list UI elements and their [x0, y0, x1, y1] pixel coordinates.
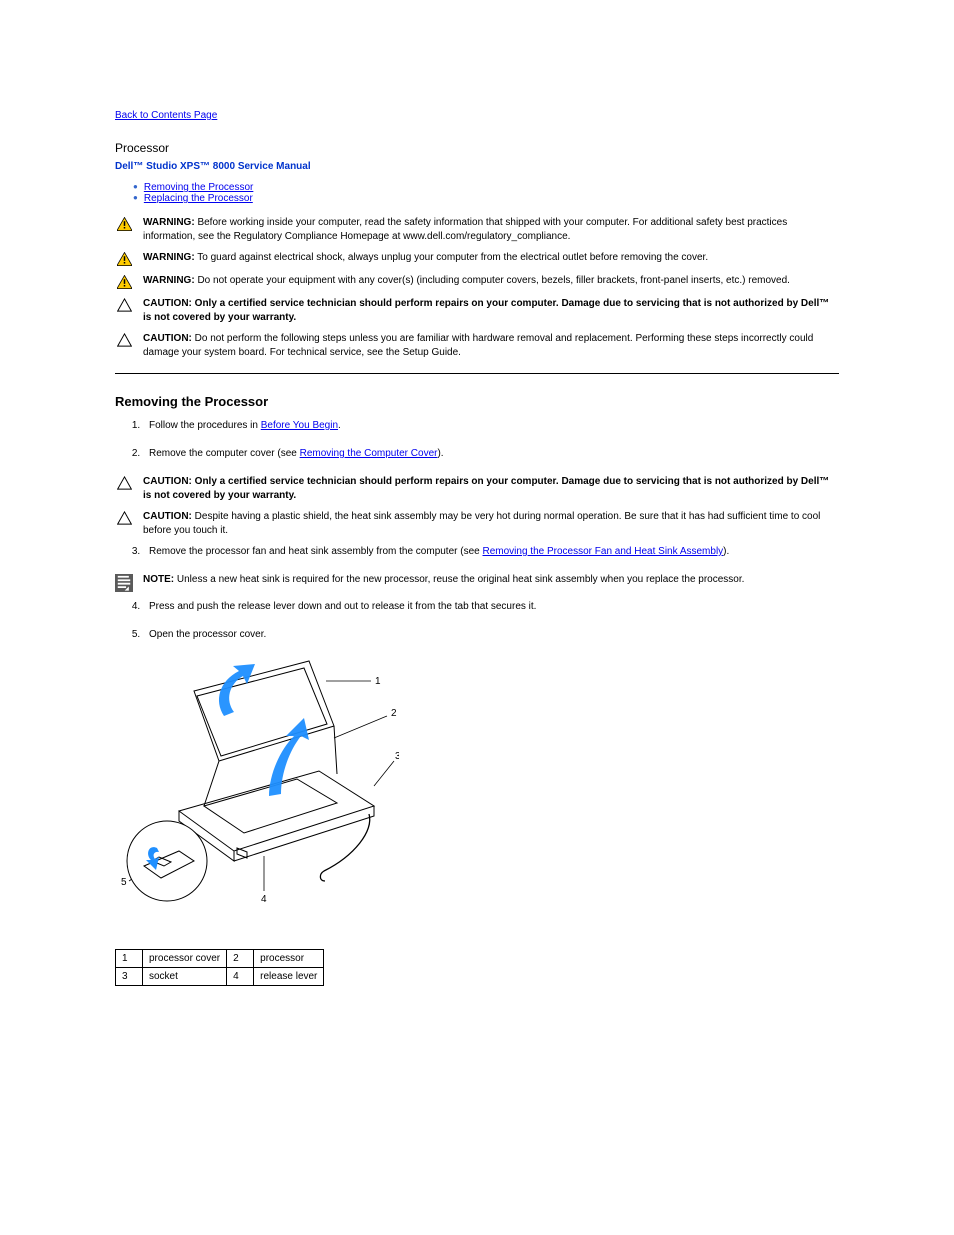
steps-list: Press and push the release lever down an…	[115, 600, 839, 642]
caution-text: CAUTION: Despite having a plastic shield…	[143, 510, 839, 537]
step-3: Remove the processor fan and heat sink a…	[143, 545, 839, 559]
step-1: Follow the procedures in Before You Begi…	[143, 419, 839, 433]
caution-text: CAUTION: Only a certified service techni…	[143, 475, 839, 502]
part-label: processor cover	[143, 950, 227, 968]
back-to-contents-link[interactable]: Back to Contents Page	[115, 110, 217, 121]
manual-title: Dell™ Studio XPS™ 8000 Service Manual	[115, 161, 839, 172]
caution-icon	[115, 510, 133, 525]
part-label: processor	[254, 950, 324, 968]
part-number: 4	[227, 968, 254, 986]
part-number: 1	[116, 950, 143, 968]
svg-text:4: 4	[261, 894, 267, 905]
caution-icon	[115, 475, 133, 490]
part-label: socket	[143, 968, 227, 986]
processor-socket-diagram: 1 2 3 4 5	[119, 656, 399, 929]
warning-text: WARNING: Before working inside your comp…	[143, 216, 839, 243]
toc-remove-processor-link[interactable]: Removing the Processor	[144, 182, 254, 193]
warning-icon	[115, 251, 133, 266]
part-number: 3	[116, 968, 143, 986]
warning-icon	[115, 216, 133, 231]
part-number: 2	[227, 950, 254, 968]
step-2: Remove the computer cover (see Removing …	[143, 447, 839, 461]
section-heading-remove-processor: Removing the Processor	[115, 394, 839, 409]
steps-list: Remove the processor fan and heat sink a…	[115, 545, 839, 559]
table-row: 1 processor cover 2 processor	[116, 950, 324, 968]
note-text: NOTE: Unless a new heat sink is required…	[143, 573, 839, 587]
caution-text: CAUTION: Do not perform the following st…	[143, 332, 839, 359]
warning-text: WARNING: To guard against electrical sho…	[143, 251, 839, 265]
step-5: Open the processor cover.	[143, 628, 839, 642]
page-title: Processor	[115, 141, 839, 155]
note-icon	[115, 573, 133, 592]
section-divider	[115, 373, 839, 374]
svg-text:2: 2	[391, 708, 397, 719]
step-4: Press and push the release lever down an…	[143, 600, 839, 614]
steps-list: Follow the procedures in Before You Begi…	[115, 419, 839, 461]
part-label: release lever	[254, 968, 324, 986]
table-row: 3 socket 4 release lever	[116, 968, 324, 986]
before-you-begin-link[interactable]: Before You Begin	[261, 420, 338, 431]
caution-icon	[115, 332, 133, 347]
removing-cover-link[interactable]: Removing the Computer Cover	[300, 448, 438, 459]
caution-text: CAUTION: Only a certified service techni…	[143, 297, 839, 324]
svg-text:3: 3	[395, 751, 399, 762]
warning-text: WARNING: Do not operate your equipment w…	[143, 274, 839, 288]
caution-icon	[115, 297, 133, 312]
removing-fan-heatsink-link[interactable]: Removing the Processor Fan and Heat Sink…	[483, 546, 724, 557]
parts-table: 1 processor cover 2 processor 3 socket 4…	[115, 949, 324, 986]
svg-text:1: 1	[375, 676, 381, 687]
svg-text:5: 5	[121, 877, 127, 888]
toc-replace-processor-link[interactable]: Replacing the Processor	[144, 193, 253, 204]
warning-icon	[115, 274, 133, 289]
table-of-contents: Removing the Processor Replacing the Pro…	[115, 182, 839, 204]
